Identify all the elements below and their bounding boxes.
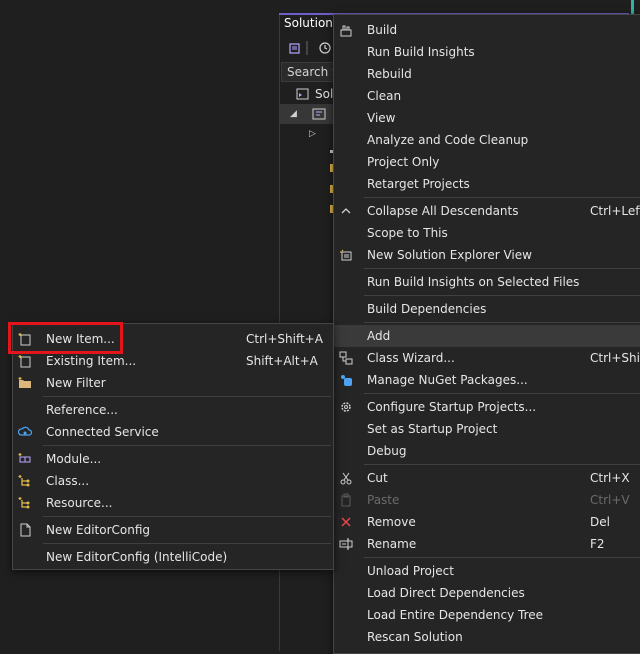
clipboard-icon: [339, 493, 353, 507]
menu-class-wizard[interactable]: Class Wizard... Ctrl+Shift: [334, 347, 640, 369]
resource-icon: [18, 496, 32, 510]
folder-icon: [18, 376, 32, 390]
menu-separator: [364, 393, 640, 394]
menu-collapse-all[interactable]: Collapse All Descendants Ctrl+Left: [334, 200, 640, 222]
toolbar-separator: [306, 41, 308, 55]
menu-unload-project[interactable]: Unload Project: [334, 560, 640, 582]
menu-retarget-projects[interactable]: Retarget Projects: [334, 173, 640, 195]
menu-separator: [364, 557, 640, 558]
submenu-separator: [43, 516, 331, 517]
submenu-resource[interactable]: Resource...: [13, 492, 333, 514]
menu-build-dependencies[interactable]: Build Dependencies: [334, 298, 640, 320]
submenu-separator: [43, 396, 331, 397]
rename-icon: [339, 537, 353, 551]
menu-rebuild[interactable]: Rebuild: [334, 63, 640, 85]
solution-explorer-search[interactable]: Search S: [281, 62, 341, 82]
project-context-menu: Build Run Build Insights Rebuild Clean V…: [333, 14, 640, 654]
class-wizard-icon: [339, 351, 353, 365]
highlight-annotation-box: [8, 322, 123, 354]
submenu-module[interactable]: Module...: [13, 448, 333, 470]
menu-run-build-insights-selected[interactable]: Run Build Insights on Selected Files: [334, 271, 640, 293]
switch-views-icon[interactable]: [288, 41, 302, 55]
menu-cut[interactable]: Cut Ctrl+X: [334, 467, 640, 489]
menu-set-startup[interactable]: Set as Startup Project: [334, 418, 640, 440]
submenu-separator: [43, 445, 331, 446]
add-submenu: New Item... Ctrl+Shift+A Existing Item..…: [12, 323, 334, 570]
collapse-chevron-icon: [339, 204, 353, 218]
menu-configure-startup[interactable]: Configure Startup Projects...: [334, 396, 640, 418]
submenu-connected-service[interactable]: Connected Service: [13, 421, 333, 443]
expand-arrow-icon[interactable]: ◢: [290, 104, 297, 124]
tree-row-solution[interactable]: Solu: [280, 84, 340, 104]
build-icon: [339, 23, 353, 37]
menu-separator: [364, 295, 640, 296]
menu-paste[interactable]: Paste Ctrl+V: [334, 489, 640, 511]
connected-service-icon: [18, 425, 32, 439]
menu-separator: [364, 268, 640, 269]
menu-separator: [364, 197, 640, 198]
submenu-new-filter[interactable]: New Filter: [13, 372, 333, 394]
remove-x-icon: [339, 515, 353, 529]
history-icon[interactable]: [318, 41, 332, 55]
menu-clean[interactable]: Clean: [334, 85, 640, 107]
menu-run-build-insights[interactable]: Run Build Insights: [334, 41, 640, 63]
gear-icon: [339, 400, 353, 414]
file-icon: [18, 523, 32, 537]
solution-explorer-toolbar: [280, 36, 340, 60]
tree-row-project[interactable]: ◢: [280, 104, 340, 124]
submenu-class[interactable]: Class...: [13, 470, 333, 492]
collapsed-arrow-icon[interactable]: ▷: [309, 124, 316, 144]
menu-load-direct-dependencies[interactable]: Load Direct Dependencies: [334, 582, 640, 604]
scissors-icon: [339, 471, 353, 485]
existing-item-icon: [18, 354, 32, 368]
submenu-new-editorconfig-intellicode[interactable]: New EditorConfig (IntelliCode): [13, 546, 333, 568]
submenu-new-editorconfig[interactable]: New EditorConfig: [13, 519, 333, 541]
menu-scope-to-this[interactable]: Scope to This: [334, 222, 640, 244]
solution-icon: [296, 87, 310, 101]
tree-row-references[interactable]: ▷: [280, 124, 340, 144]
menu-rename[interactable]: Rename F2: [334, 533, 640, 555]
menu-manage-nuget[interactable]: Manage NuGet Packages...: [334, 369, 640, 391]
menu-project-only[interactable]: Project Only: [334, 151, 640, 173]
solution-explorer-title: Solution: [284, 16, 333, 30]
project-icon: [312, 107, 326, 121]
nuget-icon: [339, 373, 353, 387]
menu-separator: [364, 322, 640, 323]
menu-build[interactable]: Build: [334, 19, 640, 41]
menu-rescan-solution[interactable]: Rescan Solution: [334, 626, 640, 648]
new-window-icon: [339, 248, 353, 262]
module-icon: [18, 452, 32, 466]
menu-load-entire-dependency-tree[interactable]: Load Entire Dependency Tree: [334, 604, 640, 626]
menu-new-solution-explorer-view[interactable]: New Solution Explorer View: [334, 244, 640, 266]
submenu-separator: [43, 543, 331, 544]
menu-add[interactable]: Add: [334, 325, 640, 347]
menu-debug[interactable]: Debug: [334, 440, 640, 462]
class-icon: [18, 474, 32, 488]
menu-separator: [364, 464, 640, 465]
teal-accent-strip: [631, 0, 634, 14]
submenu-reference[interactable]: Reference...: [13, 399, 333, 421]
menu-analyze-code-cleanup[interactable]: Analyze and Code Cleanup: [334, 129, 640, 151]
menu-remove[interactable]: Remove Del: [334, 511, 640, 533]
menu-view[interactable]: View: [334, 107, 640, 129]
